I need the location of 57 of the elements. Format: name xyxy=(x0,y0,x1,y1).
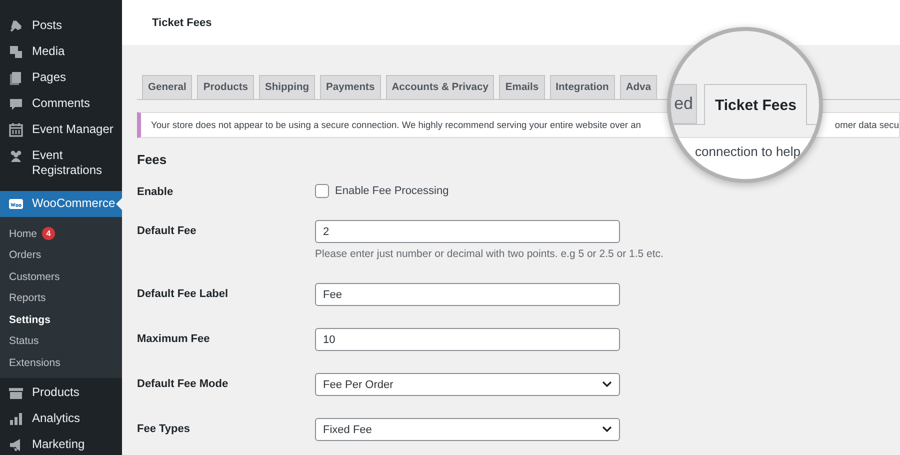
chevron-down-icon xyxy=(602,426,612,433)
media-icon xyxy=(8,44,24,60)
field-label: Default Fee Mode xyxy=(137,377,230,390)
sidebar-item[interactable]: Media xyxy=(0,39,122,65)
notice-text: Your store does not appear to be using a secure connection. We highly recommend serving your entire website over an xyxy=(151,120,641,130)
text-field[interactable]: Fee xyxy=(315,283,620,306)
sidebar-item[interactable]: WooCommerce xyxy=(0,191,122,217)
page-title: Ticket Fees xyxy=(152,16,212,28)
submenu-item[interactable]: Settings xyxy=(0,309,122,330)
field-hint: Please enter just number or decimal with two points. e.g 5 or 2.5 or 1.5 etc. xyxy=(315,248,664,261)
sidebar-item[interactable]: Marketing xyxy=(0,432,122,455)
settings-tab[interactable]: Accounts & Privacy xyxy=(386,75,494,99)
submenu-item[interactable]: Status xyxy=(0,330,122,352)
field-label: Enable xyxy=(137,185,174,198)
submenu-item[interactable]: Orders xyxy=(0,244,122,266)
text-field[interactable]: 2 xyxy=(315,220,620,243)
settings-tab[interactable]: Shipping xyxy=(259,75,316,99)
sidebar-item[interactable]: Event Manager xyxy=(0,117,122,143)
field-label: Default Fee xyxy=(137,224,198,237)
submenu-item[interactable]: Reports xyxy=(0,288,122,309)
submenu-item[interactable]: Home 4 xyxy=(0,223,122,244)
settings-tab[interactable]: Payments xyxy=(320,75,381,99)
field-label: Default Fee Label xyxy=(137,287,230,300)
settings-tab[interactable]: Adva xyxy=(620,75,658,99)
people-icon xyxy=(8,148,24,164)
settings-tab[interactable]: Integration xyxy=(550,75,615,99)
settings-tab[interactable]: General xyxy=(142,75,192,99)
settings-tab[interactable]: ed xyxy=(671,84,697,124)
dropdown[interactable]: Fee Per Order xyxy=(315,373,620,396)
sidebar-item[interactable]: Event Registrations xyxy=(0,143,122,183)
text-field[interactable]: 10 xyxy=(315,328,620,351)
section-heading: Fees xyxy=(137,152,167,167)
calendar-icon xyxy=(8,122,24,138)
field-label: Maximum Fee xyxy=(137,332,211,345)
settings-tab[interactable]: Products xyxy=(197,75,254,99)
chevron-down-icon xyxy=(602,381,612,388)
checkbox[interactable] xyxy=(315,184,329,198)
sidebar-item[interactable]: Comments xyxy=(0,91,122,117)
pushpin-icon xyxy=(8,18,24,34)
bar-chart-icon xyxy=(8,410,24,426)
notice-text: connection to help xyxy=(695,144,801,159)
woo-icon xyxy=(8,196,24,212)
dropdown[interactable]: Fixed Fee xyxy=(315,418,620,441)
submenu-item[interactable]: Customers xyxy=(0,266,122,288)
checkbox-label[interactable]: Enable Fee Processing xyxy=(335,185,449,197)
sidebar-item[interactable]: Products xyxy=(0,380,122,406)
field-label: Fee Types xyxy=(137,422,191,435)
comment-icon xyxy=(8,96,24,112)
notice-text: omer data secu xyxy=(834,120,899,130)
settings-tab[interactable]: Emails xyxy=(499,75,545,99)
sidebar-item[interactable]: Posts xyxy=(0,13,122,39)
sidebar-item[interactable]: Pages xyxy=(0,65,122,91)
settings-tab[interactable]: Ticket Fees xyxy=(704,84,808,125)
count-badge: 4 xyxy=(42,227,56,240)
sidebar-item[interactable]: Analytics xyxy=(0,406,122,432)
pages-icon xyxy=(8,70,24,86)
submenu-item[interactable]: Extensions xyxy=(0,352,122,374)
